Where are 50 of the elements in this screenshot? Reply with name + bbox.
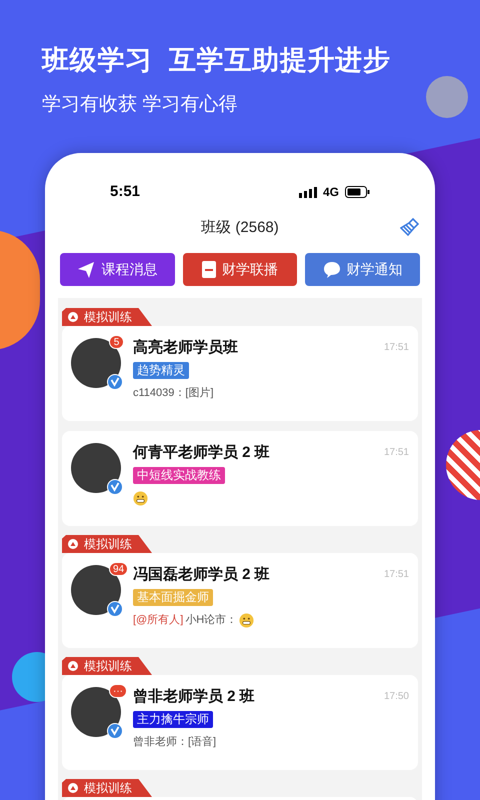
paper-plane-icon bbox=[77, 260, 96, 278]
teacher-tag: 基本面掘金师 bbox=[133, 589, 213, 606]
subheadline: 学习有收获 学习有心得 bbox=[42, 92, 238, 116]
avatar bbox=[71, 443, 121, 493]
group-name: 何青平老师学员 2 班 bbox=[133, 443, 270, 463]
speech-bubble-icon bbox=[322, 260, 341, 278]
status-time: 5:51 bbox=[110, 182, 140, 202]
message-time: 17:51 bbox=[384, 568, 409, 582]
signal-icon bbox=[298, 186, 317, 198]
badge-icon bbox=[68, 539, 78, 549]
group-name: 高亮老师学员班 bbox=[133, 338, 238, 358]
unread-badge: 94 bbox=[109, 562, 128, 576]
group-card[interactable]: ··· 曾非老师学员 2 班 主力擒牛宗师 曾非老师：[语音] 17:50 bbox=[62, 675, 418, 770]
battery-icon bbox=[345, 186, 370, 198]
headline: 班级学习 互学互助提升进步 bbox=[42, 44, 390, 77]
last-message: 小H论市： bbox=[185, 612, 238, 628]
verified-icon bbox=[107, 479, 123, 495]
badge-icon bbox=[68, 312, 78, 322]
network-label: 4G bbox=[322, 184, 339, 201]
teacher-tag: 中短线实战教练 bbox=[133, 467, 225, 484]
verified-icon bbox=[107, 723, 123, 739]
category-banner: 模拟训练 bbox=[62, 657, 152, 675]
group-card[interactable]: 何青平老师学员 2 班 中短线实战教练 17:51 bbox=[62, 431, 418, 526]
category-banner: 模拟训练 bbox=[62, 308, 152, 326]
mention-label: [@所有人] bbox=[133, 612, 184, 628]
tab-button[interactable]: 财学通知 bbox=[305, 253, 420, 286]
message-time: 17:51 bbox=[384, 446, 409, 460]
tab-button[interactable]: 财学联播 bbox=[182, 253, 298, 286]
verified-icon bbox=[107, 601, 123, 617]
teacher-tag: 趋势精灵 bbox=[133, 362, 189, 379]
group-card[interactable]: 5 高亮老师学员班 趋势精灵 c114039：[图片] 17:51 bbox=[62, 326, 418, 421]
page-title: 班级 (2568) bbox=[201, 218, 279, 238]
category-banner: 模拟训练 bbox=[62, 535, 152, 553]
last-message: 曾非老师：[语音] bbox=[133, 734, 216, 750]
last-message: c114039：[图片] bbox=[133, 386, 214, 401]
category-banner: 模拟训练 bbox=[62, 779, 152, 797]
tab-button[interactable]: 课程消息 bbox=[60, 253, 175, 286]
message-time: 17:50 bbox=[384, 690, 409, 704]
teacher-tag: 主力擒牛宗师 bbox=[133, 711, 213, 728]
badge-icon bbox=[68, 661, 78, 671]
message-time: 17:51 bbox=[384, 341, 409, 355]
group-card[interactable]: 94 冯国磊老师学员 2 班 基本面掘金师 [@所有人] 小H论市： 17:51 bbox=[62, 553, 418, 648]
unread-badge: 5 bbox=[109, 335, 124, 349]
unread-badge: ··· bbox=[109, 684, 127, 698]
badge-icon bbox=[68, 783, 78, 793]
group-name: 曾非老师学员 2 班 bbox=[133, 687, 255, 707]
document-icon bbox=[202, 261, 216, 278]
group-name: 冯国磊老师学员 2 班 bbox=[133, 565, 270, 585]
avatar bbox=[71, 338, 121, 388]
verified-icon bbox=[107, 374, 123, 390]
